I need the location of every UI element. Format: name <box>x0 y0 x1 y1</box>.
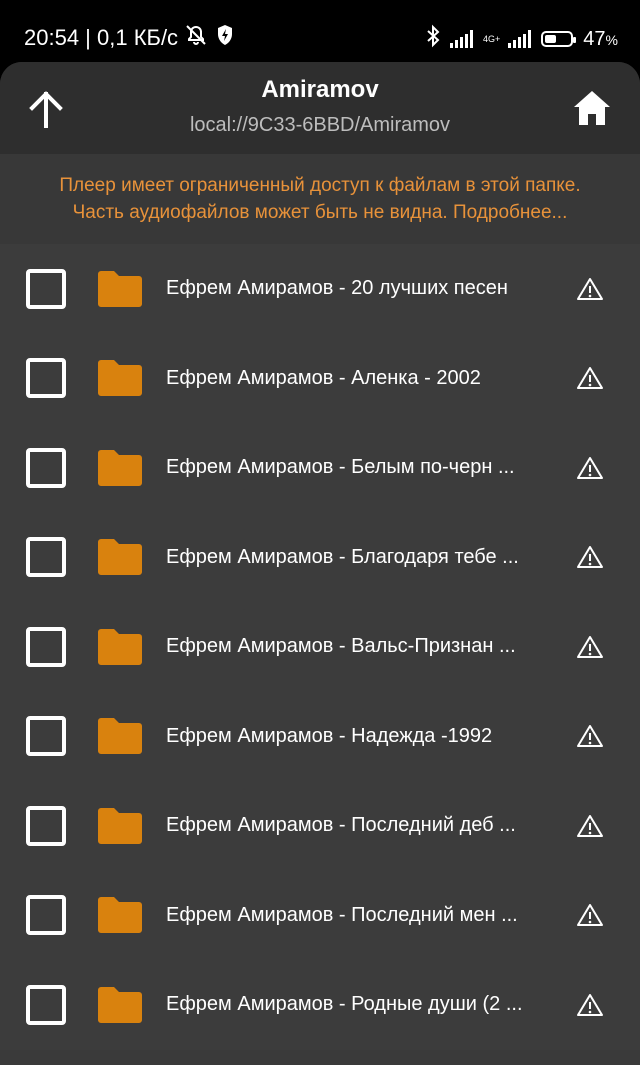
warning-icon[interactable] <box>576 635 604 659</box>
muted-bell-icon <box>184 24 208 52</box>
battery-fill <box>545 35 557 43</box>
header-bar: Amiramov local://9C33-6BBD/Amiramov <box>0 62 640 154</box>
folder-row[interactable]: Ефрем Амирамов - Надежда -1992 <box>0 691 640 781</box>
shield-icon <box>216 24 234 52</box>
folder-row[interactable]: Ефрем Амирамов - Вальс-Признан ... <box>0 602 640 692</box>
file-browser: Amiramov local://9C33-6BBD/Amiramov Плее… <box>0 62 640 1065</box>
select-checkbox[interactable] <box>26 984 66 1025</box>
folder-icon <box>98 897 142 934</box>
folder-row[interactable]: Ефрем Амирамов - 20 лучших песен <box>0 244 640 334</box>
folder-icon <box>98 449 142 486</box>
select-checkbox[interactable] <box>26 268 66 309</box>
folder-icon <box>98 539 142 576</box>
battery-readout: 47% <box>583 28 618 51</box>
select-checkbox[interactable] <box>26 447 66 488</box>
status-time-speed: 20:54 | 0,1 КБ/с <box>24 25 179 50</box>
folder-name: Ефрем Амирамов - 20 лучших песен <box>166 277 508 300</box>
notice-line-1: Плеер имеет ограниченный доступ к файлам… <box>59 175 581 196</box>
select-checkbox[interactable] <box>26 537 66 578</box>
folder-name: Ефрем Амирамов - Аленка - 2002 <box>166 366 481 389</box>
select-checkbox[interactable] <box>26 895 66 936</box>
warning-icon[interactable] <box>576 366 604 390</box>
folder-icon <box>98 986 142 1023</box>
folder-icon <box>98 628 142 665</box>
folder-icon <box>98 807 142 844</box>
home-icon <box>574 91 610 125</box>
folder-row[interactable]: Ефрем Амирамов - Последний мен ... <box>0 870 640 960</box>
warning-icon[interactable] <box>576 724 604 748</box>
restricted-access-notice[interactable]: Плеер имеет ограниченный доступ к файлам… <box>0 154 640 244</box>
warning-icon[interactable] <box>576 277 604 301</box>
folder-title: Amiramov <box>261 76 379 103</box>
folder-row[interactable]: Ефрем Амирамов - Белым по-черн ... <box>0 423 640 513</box>
network-type-label: 4G+ <box>483 33 501 44</box>
select-checkbox[interactable] <box>26 716 66 757</box>
folder-name: Ефрем Амирамов - Белым по-черн ... <box>166 456 515 479</box>
folder-row[interactable]: Ефрем Амирамов - Родные души (2 ... <box>0 960 640 1050</box>
folder-list: Ефрем Амирамов - 20 лучших песен Ефрем А… <box>0 244 640 1050</box>
notice-line-2: Часть аудиофайлов может быть не видна. П… <box>72 202 568 223</box>
battery-percent: 47 <box>583 27 606 50</box>
warning-icon[interactable] <box>576 993 604 1017</box>
battery-icon <box>541 31 577 47</box>
signal-icon-2 <box>508 30 532 48</box>
folder-icon <box>98 270 142 307</box>
folder-name: Ефрем Амирамов - Родные души (2 ... <box>166 993 523 1016</box>
warning-icon[interactable] <box>576 456 604 480</box>
home-button[interactable] <box>568 84 616 132</box>
folder-row[interactable]: Ефрем Амирамов - Последний деб ... <box>0 781 640 871</box>
folder-name: Ефрем Амирамов - Последний мен ... <box>166 903 518 926</box>
status-left: 20:54 | 0,1 КБ/с <box>24 24 234 52</box>
signal-icon-1 <box>450 30 474 48</box>
folder-icon <box>98 718 142 755</box>
select-checkbox[interactable] <box>26 626 66 667</box>
folder-path: local://9C33-6BBD/Amiramov <box>189 114 451 136</box>
folder-row[interactable]: Ефрем Амирамов - Аленка - 2002 <box>0 333 640 423</box>
battery-unit: % <box>605 31 618 48</box>
folder-name: Ефрем Амирамов - Вальс-Признан ... <box>166 635 516 658</box>
status-bar: 20:54 | 0,1 КБ/с 4G+ 47% <box>0 0 640 62</box>
status-right: 4G+ 47% <box>426 24 618 54</box>
warning-icon[interactable] <box>576 814 604 838</box>
warning-icon[interactable] <box>576 545 604 569</box>
folder-name: Ефрем Амирамов - Благодаря тебе ... <box>166 545 519 568</box>
status-icons-left <box>184 24 234 52</box>
select-checkbox[interactable] <box>26 358 66 399</box>
folder-name: Ефрем Амирамов - Надежда -1992 <box>166 724 493 747</box>
folder-row[interactable]: Ефрем Амирамов - Благодаря тебе ... <box>0 512 640 602</box>
bluetooth-icon <box>426 24 440 54</box>
select-checkbox[interactable] <box>26 805 66 846</box>
warning-icon[interactable] <box>576 903 604 927</box>
folder-icon <box>98 360 142 397</box>
folder-name: Ефрем Амирамов - Последний деб ... <box>166 814 516 837</box>
